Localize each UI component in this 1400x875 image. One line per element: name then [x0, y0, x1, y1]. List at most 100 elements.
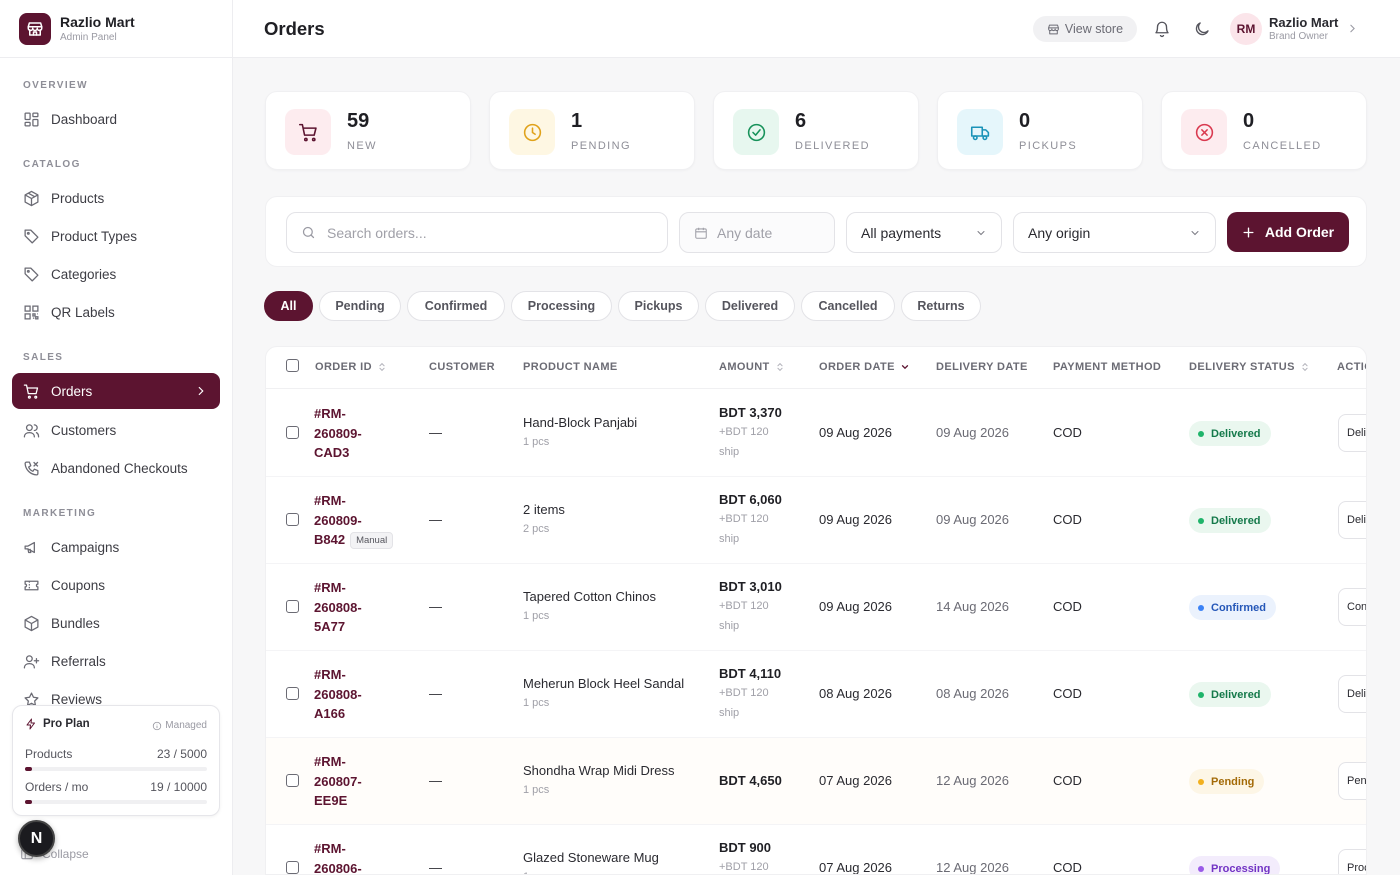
bell-icon[interactable] [1153, 20, 1171, 38]
box-icon [24, 615, 39, 631]
tab-returns[interactable]: Returns [901, 291, 981, 321]
tab-processing[interactable]: Processing [511, 291, 612, 321]
row-checkbox[interactable] [286, 687, 299, 700]
plan-card: Pro Plan Managed Products 23 / 5000 Orde… [12, 705, 220, 816]
payments-select[interactable]: All payments [846, 212, 1002, 253]
tab-cancelled[interactable]: Cancelled [801, 291, 895, 321]
table-row[interactable]: #RM-260806- — Glazed Stoneware Mug 1 pcs… [266, 825, 1366, 874]
table-row[interactable]: #RM- 260808- 5A77 — Tapered Cotton Chinos … [266, 564, 1366, 651]
amount: BDT 900 [719, 840, 772, 855]
chevron-right-icon[interactable] [1346, 22, 1359, 35]
delivery-date: 09 Aug 2026 [936, 425, 1010, 440]
date-placeholder: Any date [717, 224, 773, 241]
plan-managed-label: Managed [165, 720, 207, 731]
add-order-button[interactable]: Add Order [1227, 212, 1349, 252]
search-input[interactable]: Search orders... [286, 212, 668, 253]
tab-delivered[interactable]: Delivered [705, 291, 795, 321]
order-id-link[interactable]: #RM- 260806- [314, 839, 404, 874]
row-checkbox[interactable] [286, 513, 299, 526]
truck-icon [970, 125, 989, 140]
lightning-icon [26, 718, 35, 730]
origin-select[interactable]: Any origin [1013, 212, 1216, 253]
sidebar-item-referrals[interactable]: Referrals [12, 643, 220, 679]
column-order-date[interactable]: ORDER DATE [819, 361, 910, 373]
tab-confirmed[interactable]: Confirmed [407, 291, 505, 321]
sidebar-item-orders[interactable]: Orders [12, 373, 220, 409]
stat-card-pending[interactable]: 1 PENDING [489, 91, 695, 170]
plan-products-fill [25, 767, 32, 771]
table-row[interactable]: #RM- 260808- A166 — Meherun Block Heel San… [266, 651, 1366, 738]
box-icon [24, 190, 39, 206]
order-date: 07 Aug 2026 [819, 773, 893, 788]
stat-card-new[interactable]: 59 NEW [265, 91, 471, 170]
product-name: 2 items [523, 502, 565, 517]
cart-icon [298, 123, 317, 141]
search-icon [302, 226, 315, 239]
stat-card-pickups[interactable]: 0 PICKUPS [937, 91, 1143, 170]
brand-name: Razlio Mart [60, 13, 135, 30]
tab-pending[interactable]: Pending [319, 291, 401, 321]
sidebar-item-dashboard[interactable]: Dashboard [12, 101, 220, 137]
column-delivery-status[interactable]: DELIVERY STATUS [1189, 361, 1310, 373]
plan-products-bar [25, 767, 207, 771]
avatar[interactable]: RM [1230, 13, 1262, 45]
product-name: Hand-Block Panjabi [523, 415, 638, 430]
brand[interactable]: Razlio Mart Admin Panel [0, 0, 232, 58]
view-store-button[interactable]: View store [1033, 16, 1137, 42]
order-id-link[interactable]: #RM- 260808- 5A77 [314, 578, 404, 637]
stat-card-cancelled[interactable]: 0 CANCELLED [1161, 91, 1367, 170]
sidebar-item-campaigns[interactable]: Campaigns [12, 529, 220, 565]
sidebar-item-customers[interactable]: Customers [12, 412, 220, 448]
plan-products-label: Products [25, 747, 73, 761]
table-row[interactable]: #RM- 260807- EE9E — Shondha Wrap Midi Dres… [266, 738, 1366, 825]
sidebar-item-label: Campaigns [51, 539, 120, 555]
order-id-link[interactable]: #RM- 260809- B842 Manual [314, 491, 404, 550]
sidebar-item-products[interactable]: Products [12, 180, 220, 216]
status-action-select[interactable]: Processing [1338, 849, 1366, 874]
row-checkbox[interactable] [286, 861, 299, 874]
delivery-date: 14 Aug 2026 [936, 599, 1010, 614]
sidebar-item-coupons[interactable]: Coupons [12, 567, 220, 603]
table-row[interactable]: #RM- 260809- B842 Manual — 2 items 2 pcs BD… [266, 477, 1366, 564]
row-checkbox[interactable] [286, 774, 299, 787]
user-name[interactable]: Razlio Mart [1269, 15, 1338, 30]
status-action-select[interactable]: Confirmed [1338, 588, 1366, 626]
user-role: Brand Owner [1269, 31, 1328, 42]
sidebar-item-categories[interactable]: Categories [12, 256, 220, 292]
page-title: Orders [264, 18, 325, 39]
sidebar-item-label: Referrals [51, 653, 106, 669]
stat-card-delivered[interactable]: 6 DELIVERED [713, 91, 919, 170]
clock-icon [523, 123, 541, 141]
sidebar-item-qr-labels[interactable]: QR Labels [12, 294, 220, 330]
row-checkbox[interactable] [286, 426, 299, 439]
status-action-select[interactable]: Delivered [1338, 414, 1366, 452]
stat-value: 0 [1243, 110, 1255, 132]
nav-section-sales: SALES [23, 352, 64, 363]
product-qty: 1 pcs [523, 697, 550, 709]
status-action-select[interactable]: Delivered [1338, 675, 1366, 713]
column-amount[interactable]: AMOUNT [719, 361, 785, 373]
sort-icon [379, 362, 385, 372]
sidebar-item-bundles[interactable]: Bundles [12, 605, 220, 641]
status-action-select[interactable]: Pending [1338, 762, 1366, 800]
status-action-select[interactable]: Delivered [1338, 501, 1366, 539]
row-checkbox[interactable] [286, 600, 299, 613]
tab-all[interactable]: All [264, 291, 313, 321]
select-all-checkbox[interactable] [286, 359, 299, 372]
sidebar-item-abandoned-checkouts[interactable]: Abandoned Checkouts [12, 450, 220, 486]
sidebar-item-label: QR Labels [51, 304, 115, 320]
assistant-badge[interactable]: N [18, 820, 55, 857]
table-row[interactable]: #RM- 260809- CAD3 — Hand-Block Panjabi 1 p… [266, 390, 1366, 477]
moon-icon[interactable] [1193, 20, 1211, 38]
column-order-id[interactable]: ORDER ID [315, 361, 387, 373]
order-id-link[interactable]: #RM- 260809- CAD3 [314, 404, 404, 463]
sidebar-item-product-types[interactable]: Product Types [12, 218, 220, 254]
plan-orders-value: 19 / 10000 [150, 780, 207, 794]
order-id-link[interactable]: #RM- 260807- EE9E [314, 752, 404, 811]
tab-pickups[interactable]: Pickups [618, 291, 699, 321]
customer-cell: — [429, 773, 442, 788]
filter-bar: Search orders... Any date All payments A… [265, 196, 1367, 267]
date-filter[interactable]: Any date [679, 212, 835, 253]
order-id-link[interactable]: #RM- 260808- A166 [314, 665, 404, 724]
customer-cell: — [429, 686, 442, 701]
